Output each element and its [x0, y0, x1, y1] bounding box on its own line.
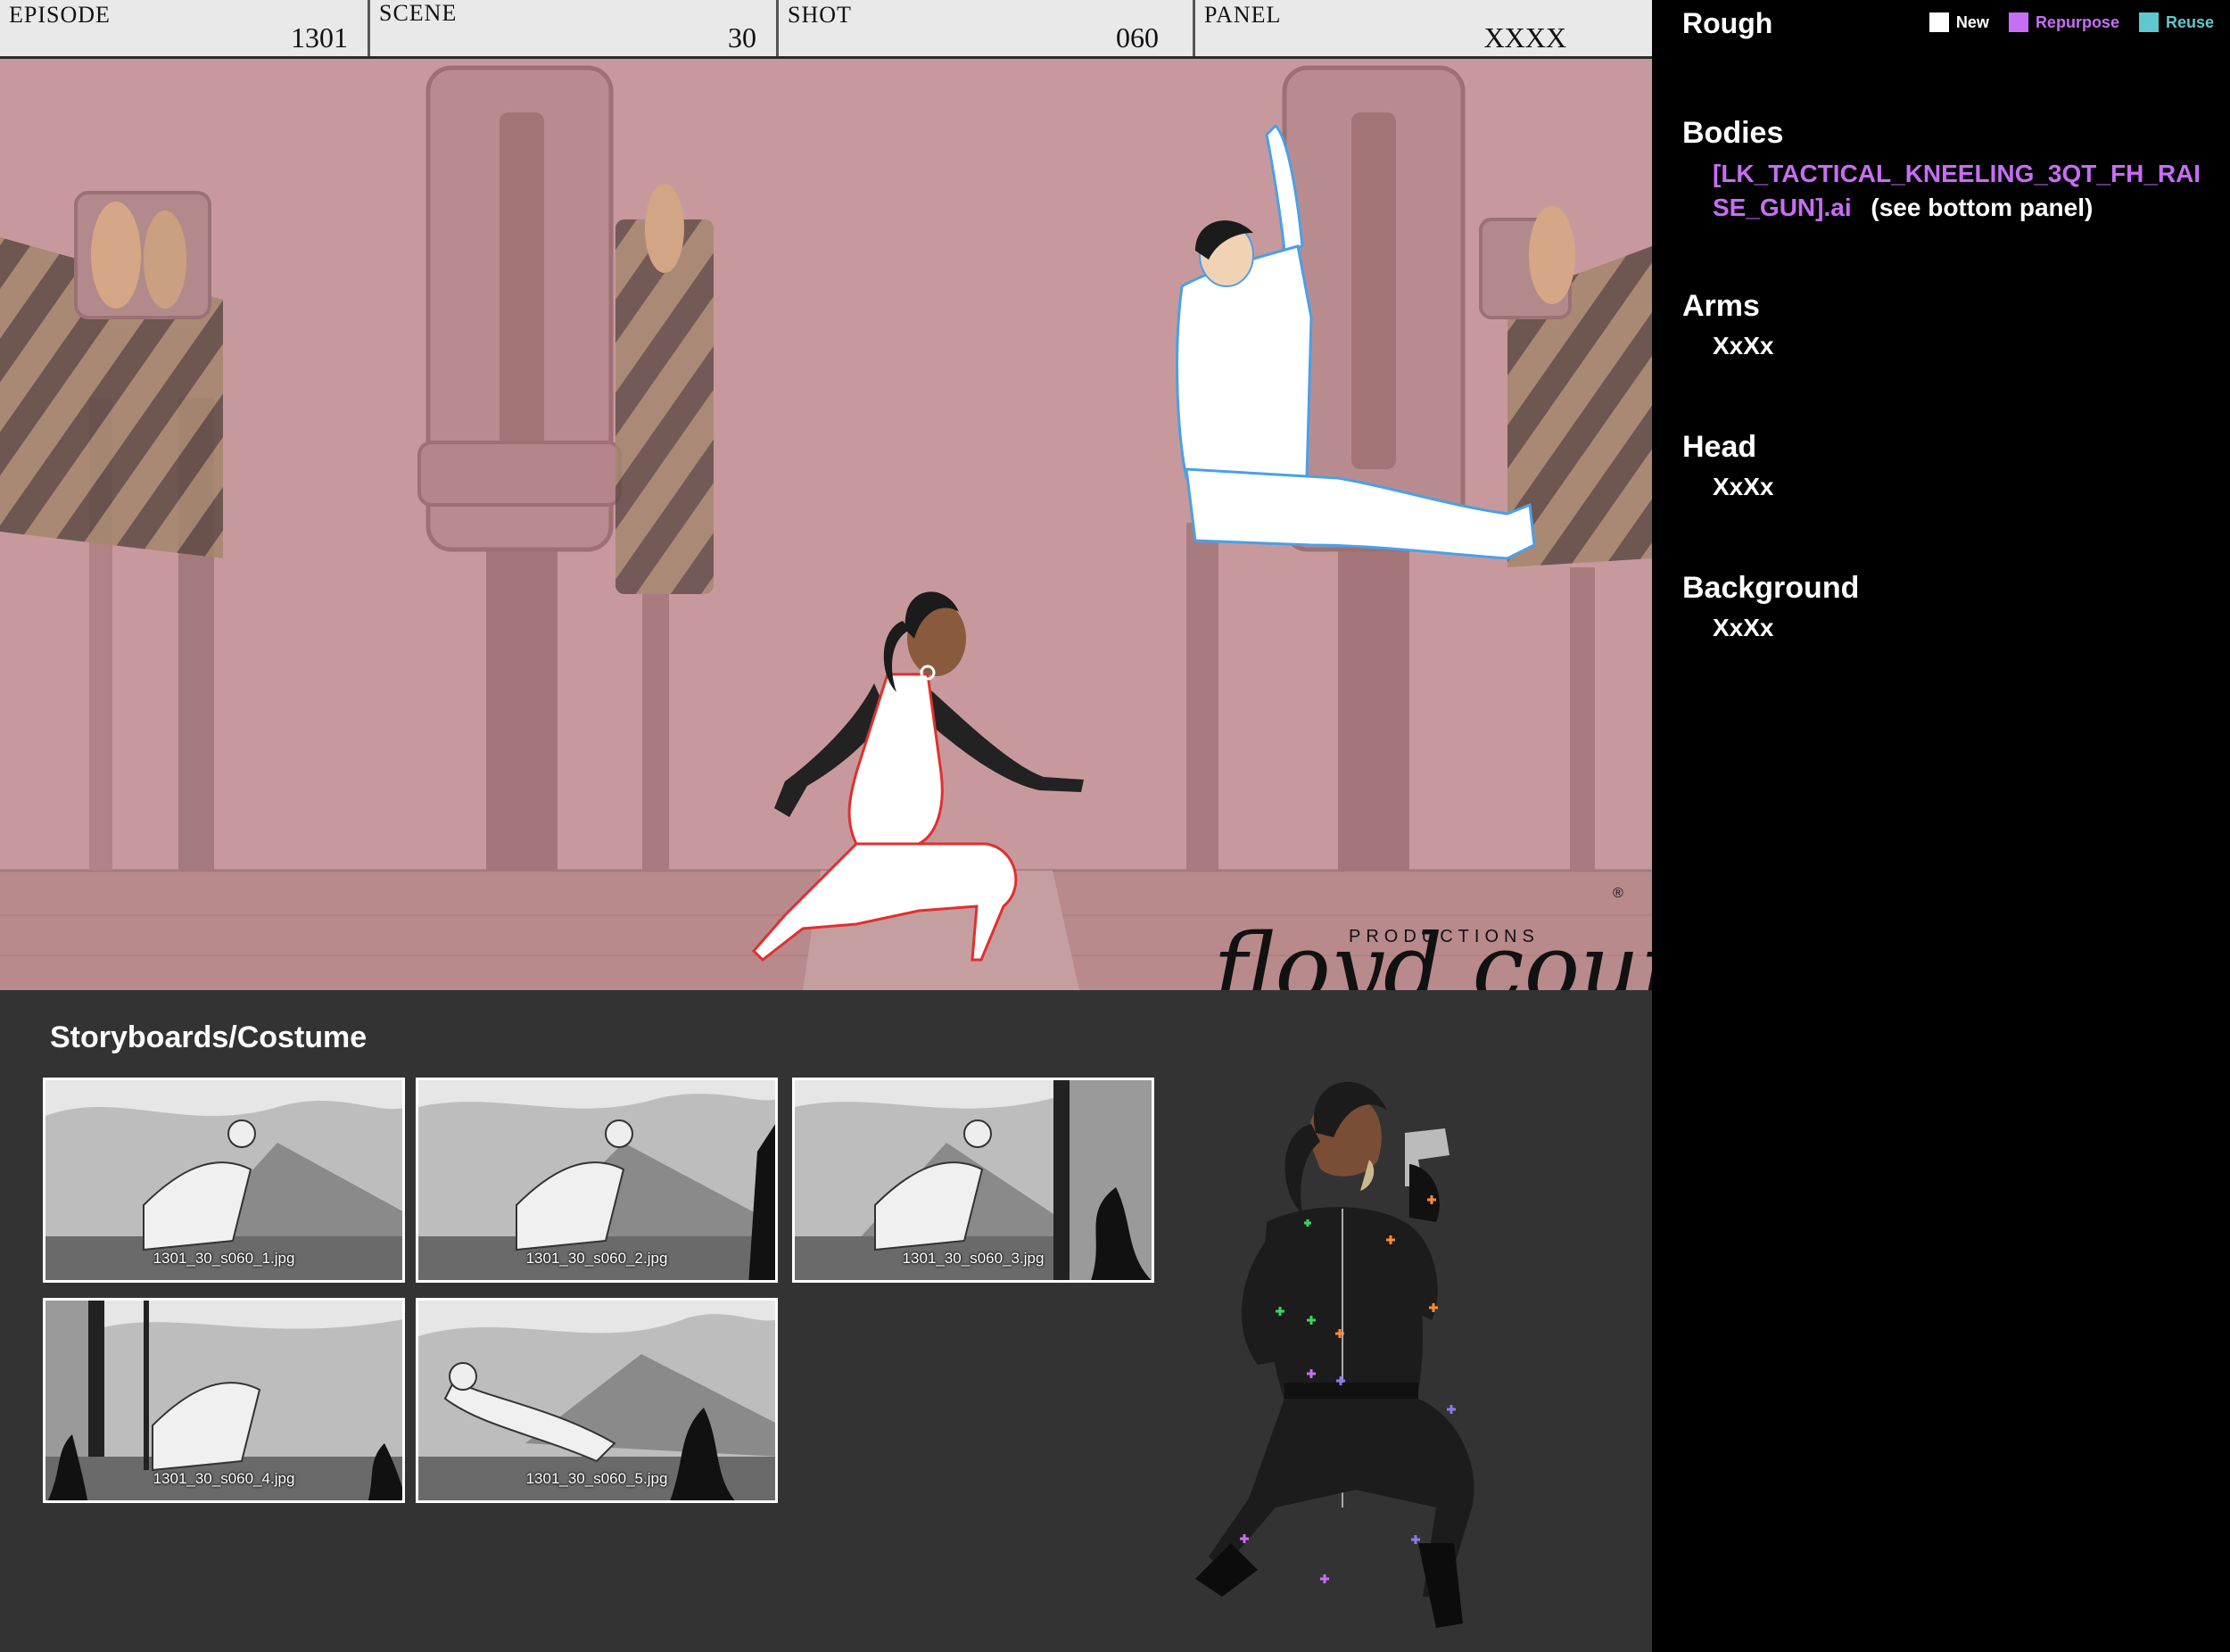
scene-label: SCENE — [379, 0, 458, 26]
scene-background: floyd county PRODUCTIONS ® — [0, 65, 1652, 990]
shot-cell: SHOT 060 — [779, 0, 1195, 56]
thumb-caption: 1301_30_s060_1.jpg — [153, 1250, 295, 1267]
costume-reference — [1195, 1081, 1474, 1628]
logo-registered-mark: ® — [1613, 886, 1623, 901]
storyboards-title: Storyboards/Costume — [50, 1020, 368, 1054]
layout-scene-panel: floyd county PRODUCTIONS ® — [0, 59, 1652, 990]
storyboard-thumbnail[interactable]: 1301_30_s060_3.jpg — [792, 1078, 1154, 1283]
head-value: XxXx — [1713, 473, 1774, 500]
costume-torso — [1265, 1207, 1423, 1400]
episode-cell: EPISODE 1301 — [0, 0, 370, 56]
central-tower — [417, 65, 622, 871]
panel-label: PANEL — [1204, 2, 1282, 28]
left-barrier — [0, 191, 223, 871]
storyboard-thumbnail[interactable]: 1301_30_s060_2.jpg — [416, 1078, 778, 1283]
bodies-note: (see bottom panel) — [1871, 194, 2094, 221]
legend-new-label: New — [1955, 12, 1989, 31]
episode-value: 1301 — [291, 21, 348, 54]
shot-value: 060 — [1116, 21, 1159, 54]
thumb-caption: 1301_30_s060_5.jpg — [525, 1470, 668, 1487]
background-title: Background — [1682, 571, 1860, 605]
shot-label: SHOT — [788, 2, 852, 28]
thumb-caption: 1301_30_s060_3.jpg — [902, 1250, 1045, 1267]
thumb-caption: 1301_30_s060_4.jpg — [153, 1470, 295, 1487]
head-title: Head — [1682, 430, 1757, 464]
arms-value: XxXx — [1713, 332, 1774, 359]
scene-value: 30 — [728, 21, 756, 54]
logo-script: floyd county — [1207, 913, 1652, 990]
storyboard-thumbnail[interactable]: 1301_30_s060_1.jpg — [43, 1078, 405, 1283]
legend-reuse-label: Reuse — [2165, 12, 2214, 31]
storyboard-thumbnail[interactable]: 1301_30_s060_5.jpg — [416, 1298, 778, 1503]
mid-barrier — [615, 184, 714, 871]
arms-title: Arms — [1682, 289, 1760, 323]
bodies-value: [LK_TACTICAL_KNEELING_3QT_FH_RAISE_GUN].… — [1713, 157, 2212, 225]
rough-title: Rough — [1682, 7, 1773, 39]
storyboard-thumbnail[interactable]: 1301_30_s060_4.jpg — [43, 1298, 405, 1503]
shot-header: EPISODE 1301 SCENE 30 SHOT 060 PANEL XXX… — [0, 0, 1652, 59]
legend-new-swatch — [1929, 12, 1949, 32]
legend-repurpose-swatch — [2008, 12, 2028, 32]
logo-sub: PRODUCTIONS — [1349, 927, 1540, 946]
thumb-caption: 1301_30_s060_2.jpg — [525, 1250, 668, 1267]
scene-cell: SCENE 30 — [370, 0, 779, 56]
episode-label: EPISODE — [9, 2, 111, 28]
background-value: XxXx — [1713, 614, 1774, 641]
legend: New Repurpose Reuse — [1910, 12, 2214, 32]
storyboards-panel: Storyboards/Costume 1301_30_s060_1.jpg 1… — [0, 990, 1652, 1652]
legend-reuse-swatch — [2138, 12, 2159, 32]
info-panel: Rough New Repurpose Reuse Bodies [LK_TAC… — [1652, 0, 2230, 1652]
legend-repurpose-label: Repurpose — [2035, 12, 2119, 31]
panel-value: XXXX — [1483, 21, 1566, 54]
panel-cell: PANEL XXXX — [1195, 0, 1652, 56]
bodies-title: Bodies — [1682, 116, 1784, 150]
